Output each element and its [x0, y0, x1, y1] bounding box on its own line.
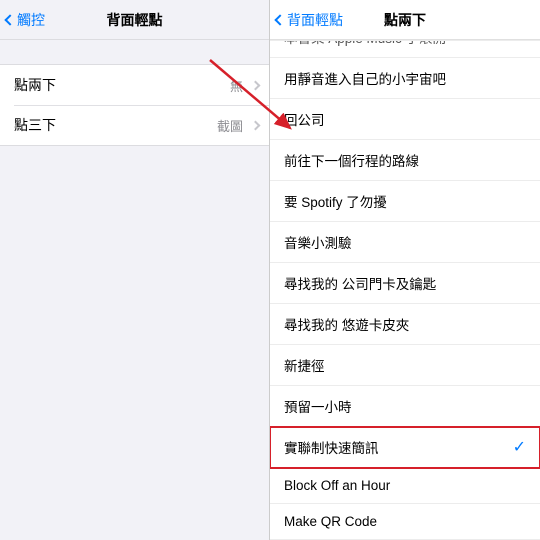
list-item-label: 回公司	[284, 109, 325, 129]
list-item[interactable]: 預留一小時	[270, 386, 540, 427]
title-right: 點兩下	[384, 10, 426, 30]
back-button-left[interactable]: 觸控	[6, 10, 45, 30]
list-item-label: 要 Spotify 了勿擾	[284, 191, 387, 211]
list-item[interactable]: 要 Spotify 了勿擾	[270, 181, 540, 222]
back-label-right: 背面輕點	[287, 10, 343, 30]
row-label: 點兩下	[14, 75, 56, 95]
list-item[interactable]: 回公司	[270, 99, 540, 140]
list-item[interactable]: 新捷徑	[270, 345, 540, 386]
navbar-right: 背面輕點 點兩下	[270, 0, 540, 40]
list-item-label: Make QR Code	[284, 514, 377, 529]
list-item[interactable]: 本音樂 Apple Music 了滾開	[270, 40, 540, 58]
chevron-left-icon	[4, 14, 15, 25]
list-item-label: 尋找我的 公司門卡及鑰匙	[284, 273, 436, 293]
list-item[interactable]: Block Off an Hour	[270, 468, 540, 504]
row-triple-tap[interactable]: 點三下 截圖	[0, 105, 269, 145]
list-item-label: 本音樂 Apple Music 了滾開	[284, 40, 446, 47]
action-list[interactable]: 本音樂 Apple Music 了滾開用靜音進入自己的小宇宙吧回公司前往下一個行…	[270, 40, 540, 540]
double-tap-action-pane: 背面輕點 點兩下 本音樂 Apple Music 了滾開用靜音進入自己的小宇宙吧…	[270, 0, 540, 540]
options-group: 點兩下 無 點三下 截圖	[0, 64, 269, 146]
list-item[interactable]: 音樂小測驗	[270, 222, 540, 263]
list-item-label: 用靜音進入自己的小宇宙吧	[284, 68, 446, 88]
chevron-left-icon	[274, 14, 285, 25]
list-item[interactable]: 前往下一個行程的路線	[270, 140, 540, 181]
list-item[interactable]: 尋找我的 悠遊卡皮夾	[270, 304, 540, 345]
row-double-tap[interactable]: 點兩下 無	[0, 65, 269, 105]
list-item-label: 實聯制快速簡訊	[284, 437, 379, 457]
settings-back-tap-pane: 觸控 背面輕點 點兩下 無 點三下 截圖	[0, 0, 270, 540]
list-item-label: 前往下一個行程的路線	[284, 150, 419, 170]
back-button-right[interactable]: 背面輕點	[276, 10, 343, 30]
list-item-label: 音樂小測驗	[284, 232, 352, 252]
back-label-left: 觸控	[17, 10, 45, 30]
title-left: 背面輕點	[107, 10, 163, 30]
list-item-label: 預留一小時	[284, 396, 352, 416]
navbar-left: 觸控 背面輕點	[0, 0, 269, 40]
list-item[interactable]: 用靜音進入自己的小宇宙吧	[270, 58, 540, 99]
row-label: 點三下	[14, 115, 56, 135]
list-item-label: Block Off an Hour	[284, 478, 390, 493]
list-item[interactable]: 實聯制快速簡訊 ✓	[270, 427, 540, 468]
list-item-label: 尋找我的 悠遊卡皮夾	[284, 314, 409, 334]
check-icon: ✓	[513, 437, 526, 457]
list-item-label: 新捷徑	[284, 355, 325, 375]
list-item[interactable]: 尋找我的 公司門卡及鑰匙	[270, 263, 540, 304]
list-item[interactable]: Make QR Code	[270, 504, 540, 540]
